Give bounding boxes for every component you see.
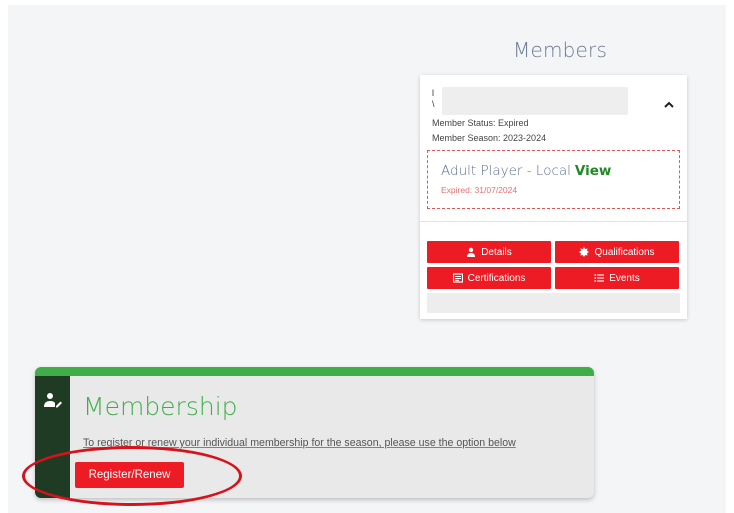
members-heading: Members [513, 38, 608, 62]
events-button[interactable]: Events [555, 267, 679, 289]
membership-description: To register or renew your individual mem… [83, 437, 516, 449]
plan-name-row: Adult Player - Local View [441, 163, 611, 179]
events-label: Events [609, 272, 640, 284]
redacted-name-block [442, 87, 628, 115]
plan-name: Adult Player - Local [441, 163, 571, 179]
qualifications-label: Qualifications [594, 246, 655, 258]
user-icon [467, 247, 476, 257]
chevron-up-icon[interactable] [662, 98, 676, 112]
member-status: Member Status: Expired [432, 118, 529, 128]
list-icon [594, 274, 605, 282]
membership-side-bar [35, 376, 70, 498]
view-link[interactable]: View [575, 163, 611, 179]
user-edit-icon [44, 393, 62, 408]
plan-expired-date: Expired: 31/07/2024 [441, 185, 518, 195]
certifications-label: Certifications [467, 272, 526, 284]
member-season: Member Season: 2023-2024 [432, 133, 547, 143]
certifications-button[interactable]: Certifications [427, 267, 551, 289]
membership-top-bar [35, 367, 594, 376]
membership-panel: Membership To register or renew your ind… [35, 367, 594, 498]
details-label: Details [481, 246, 512, 258]
certificate-icon [452, 273, 463, 283]
badge-icon [579, 247, 590, 257]
member-name-line1: l [432, 88, 434, 98]
qualifications-button[interactable]: Qualifications [555, 241, 679, 263]
member-card: l \ Member Status: Expired Member Season… [420, 75, 687, 319]
member-name-line2: \ [432, 99, 435, 109]
membership-plan-box: Adult Player - Local View Expired: 31/07/… [427, 150, 680, 209]
membership-title: Membership [83, 392, 238, 421]
card-divider [420, 221, 687, 222]
card-footer-strip [427, 293, 680, 313]
details-button[interactable]: Details [427, 241, 551, 263]
register-renew-button[interactable]: Register/Renew [75, 462, 184, 488]
